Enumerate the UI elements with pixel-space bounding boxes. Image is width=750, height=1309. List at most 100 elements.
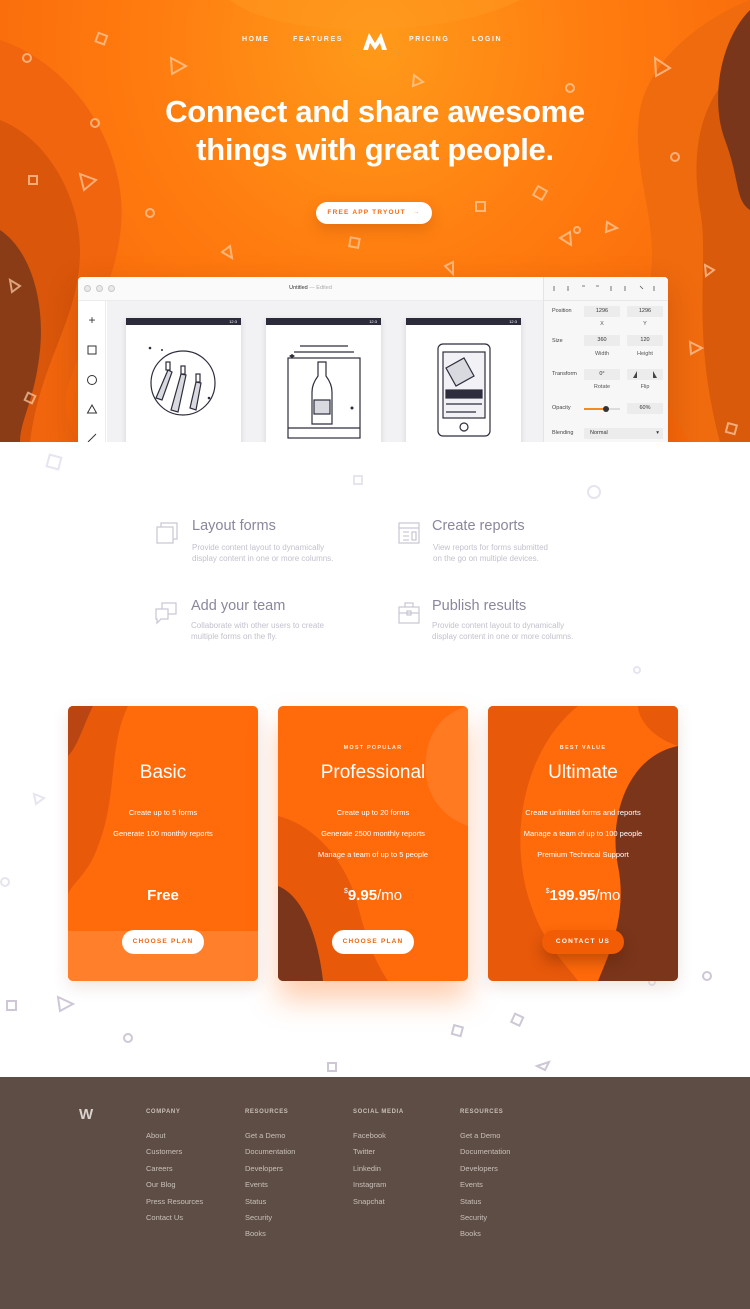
height-field[interactable]: 120	[627, 335, 663, 346]
footer-link[interactable]: Get a Demo	[460, 1131, 500, 1140]
size-label: Size	[552, 338, 563, 344]
choose-plan-button[interactable]: CHOOSE PLAN	[122, 930, 204, 954]
plan-feature: Generate 2500 monthly reports	[321, 829, 425, 838]
artboard-bottles[interactable]: 12:3	[126, 318, 241, 442]
footer-link[interactable]: Documentation	[245, 1147, 295, 1156]
transform-label: Transform	[552, 371, 577, 377]
footer-link[interactable]: Status	[245, 1197, 266, 1206]
tool-palette: +	[78, 301, 106, 442]
feature-title-add-your-team: Add your team	[191, 598, 286, 614]
width-field[interactable]: 360	[584, 335, 620, 346]
rectangle-tool-icon[interactable]	[85, 343, 99, 357]
briefcase-icon	[398, 602, 420, 624]
footer-column-heading: SOCIAL MEDIA	[353, 1109, 404, 1115]
footer-link[interactable]: Facebook	[353, 1131, 386, 1140]
feature-desc-layout-forms: Provide content layout to dynamically dis…	[192, 543, 334, 563]
footer-link[interactable]: Twitter	[353, 1147, 375, 1156]
choose-plan-button[interactable]: CHOOSE PLAN	[332, 930, 414, 954]
plan-feature: Create unlimited forms and reports	[525, 808, 641, 817]
plan-price: Free	[147, 887, 179, 904]
height-label: Height	[637, 351, 653, 357]
nav-login-link[interactable]: LOGIN	[472, 36, 502, 43]
position-y-field[interactable]: 1296	[627, 306, 663, 317]
alignment-icons[interactable]	[544, 277, 668, 301]
chat-icon	[155, 602, 177, 625]
footer-link[interactable]: Security	[245, 1213, 272, 1222]
line-tool-icon[interactable]	[85, 431, 99, 442]
footer-logo[interactable]: W	[79, 1106, 93, 1123]
footer-link[interactable]: Our Blog	[146, 1180, 176, 1189]
position-x-field[interactable]: 1296	[584, 306, 620, 317]
footer-link[interactable]: Instagram	[353, 1180, 386, 1189]
hero-headline: Connect and share awesome things with gr…	[0, 93, 750, 169]
footer-link[interactable]: Linkedin	[353, 1164, 381, 1173]
footer-link[interactable]: Developers	[460, 1164, 498, 1173]
footer-link[interactable]: About	[146, 1131, 166, 1140]
footer-link[interactable]: Customers	[146, 1147, 182, 1156]
rotate-label: Rotate	[593, 384, 611, 390]
footer-link[interactable]: Books	[245, 1229, 266, 1238]
app-window: Untitled — Edited + 12:3 12:3 12:3 Posit…	[78, 277, 668, 442]
hero-section: HOME FEATURES PRICING LOGIN Connect and …	[0, 0, 750, 442]
plan-name: Basic	[139, 762, 187, 783]
footer-link[interactable]: Events	[460, 1180, 483, 1189]
plus-icon[interactable]: +	[85, 313, 99, 327]
triangle-tool-icon[interactable]	[85, 402, 99, 416]
footer-column-heading: COMPANY	[146, 1109, 181, 1115]
plan-feature: Create up to 5 forms	[128, 808, 198, 817]
price-amount: 9.95	[347, 887, 378, 904]
flip-label: Flip	[640, 384, 650, 390]
footer-link[interactable]: Careers	[146, 1164, 173, 1173]
m-logo-icon[interactable]	[361, 30, 389, 52]
feature-desc-add-your-team: Collaborate with other users to create mu…	[191, 621, 324, 641]
footer-link[interactable]: Get a Demo	[245, 1131, 285, 1140]
blending-select[interactable]: Normal ▾	[584, 428, 663, 439]
bottle-box-illustration-icon	[287, 345, 361, 439]
plan-feature: Create up to 20 forms	[336, 808, 410, 817]
ellipse-tool-icon[interactable]	[85, 373, 99, 387]
plan-card-professional: MOST POPULAR Professional Create up to 2…	[278, 706, 468, 981]
contact-us-button[interactable]: CONTACT US	[542, 930, 624, 954]
arrow-right-icon: →	[412, 209, 421, 216]
footer-link[interactable]: Developers	[245, 1164, 283, 1173]
document-status: — Edited	[309, 285, 332, 291]
plan-card-basic: Basic Create up to 5 forms Generate 100 …	[68, 706, 258, 981]
opacity-slider[interactable]	[584, 406, 620, 412]
feature-desc-publish-results: Provide content layout to dynamically dis…	[432, 621, 574, 641]
flip-buttons[interactable]	[627, 369, 663, 380]
flip-icon	[633, 371, 657, 378]
bottles-illustration-icon	[148, 346, 216, 416]
opacity-field[interactable]: 60%	[627, 403, 663, 414]
footer-link[interactable]: Documentation	[460, 1147, 510, 1156]
phone-illustration-icon	[437, 343, 491, 437]
blending-label: Blending	[552, 430, 574, 436]
window-titlebar: Untitled — Edited	[78, 277, 543, 301]
status-bar-time: 12:3	[126, 318, 241, 325]
footer-link[interactable]: Security	[460, 1213, 487, 1222]
nav-pricing-link[interactable]: PRICING	[409, 36, 449, 43]
width-label: Width	[594, 351, 610, 357]
footer-link[interactable]: Snapchat	[353, 1197, 385, 1206]
footer-column-heading: RESOURCES	[460, 1109, 504, 1115]
feature-desc-create-reports: View reports for forms submitted on the g…	[433, 543, 549, 563]
feature-title-publish-results: Publish results	[432, 598, 527, 614]
price-amount: 199.95	[549, 887, 596, 904]
free-app-tryout-button[interactable]: FREE APP TRYOUT →	[316, 202, 432, 224]
footer-link[interactable]: Books	[460, 1229, 481, 1238]
status-bar-time: 12:3	[266, 318, 381, 325]
nav-features-link[interactable]: FEATURES	[293, 36, 343, 43]
price-period: /mo	[595, 887, 621, 904]
footer-link[interactable]: Events	[245, 1180, 268, 1189]
inspector-panel: Position 1296 1296 X Y Size 360 120 Widt…	[543, 277, 668, 442]
design-canvas[interactable]: 12:3 12:3 12:3	[107, 301, 543, 442]
artboard-mobile[interactable]: 12:3	[406, 318, 521, 442]
headline-line-1: Connect and share awesome	[165, 94, 585, 129]
rotate-field[interactable]: 0°	[584, 369, 620, 380]
footer-link[interactable]: Status	[460, 1197, 481, 1206]
footer-link[interactable]: Contact Us	[146, 1213, 183, 1222]
blending-value: Normal	[590, 430, 608, 436]
footer-link[interactable]: Press Resources	[146, 1197, 203, 1206]
chevron-down-icon: ▾	[656, 430, 659, 436]
artboard-product[interactable]: 12:3	[266, 318, 381, 442]
nav-home-link[interactable]: HOME	[242, 36, 269, 43]
